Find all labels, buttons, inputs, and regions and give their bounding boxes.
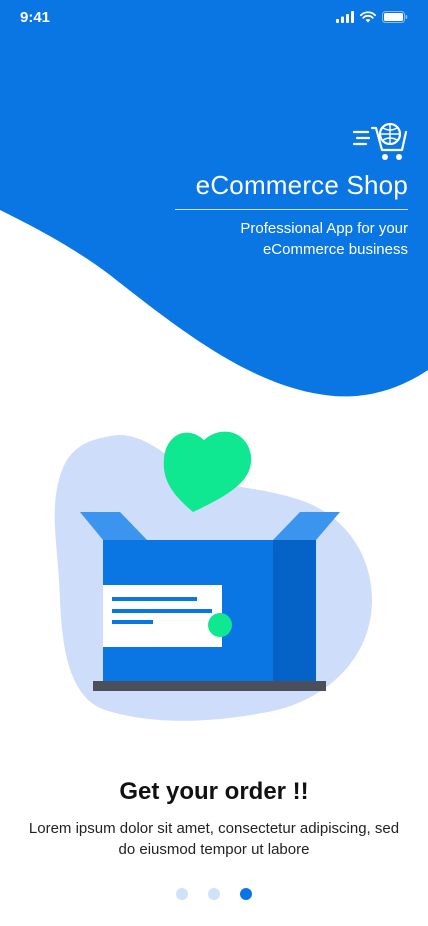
onboarding-description: Lorem ipsum dolor sit amet, consectetur …	[28, 820, 400, 858]
box-label	[103, 585, 222, 647]
wifi-icon	[360, 11, 376, 23]
shopping-cart-icon	[352, 122, 408, 160]
box-side	[273, 540, 316, 683]
brand-divider	[175, 209, 408, 210]
status-bar: 9:41	[0, 0, 428, 34]
status-time: 9:41	[20, 8, 51, 26]
onboarding-illustration	[54, 431, 373, 721]
label-line	[112, 620, 153, 624]
battery-icon	[382, 11, 408, 23]
onboarding-title: Get your order !!	[119, 778, 309, 805]
status-icons	[336, 11, 408, 23]
page-dot-1[interactable]	[176, 888, 188, 900]
box-base	[93, 681, 326, 691]
brand-title: eCommerce Shop	[195, 170, 408, 200]
label-line	[112, 609, 212, 613]
page-indicator	[0, 888, 428, 900]
signal-icon	[336, 11, 354, 23]
label-line	[112, 597, 197, 601]
brand-subtitle: Professional App for your eCommerce busi…	[240, 220, 408, 258]
page-dot-2[interactable]	[208, 888, 220, 900]
label-seal	[208, 613, 232, 637]
page-dot-3-active[interactable]	[240, 888, 252, 900]
